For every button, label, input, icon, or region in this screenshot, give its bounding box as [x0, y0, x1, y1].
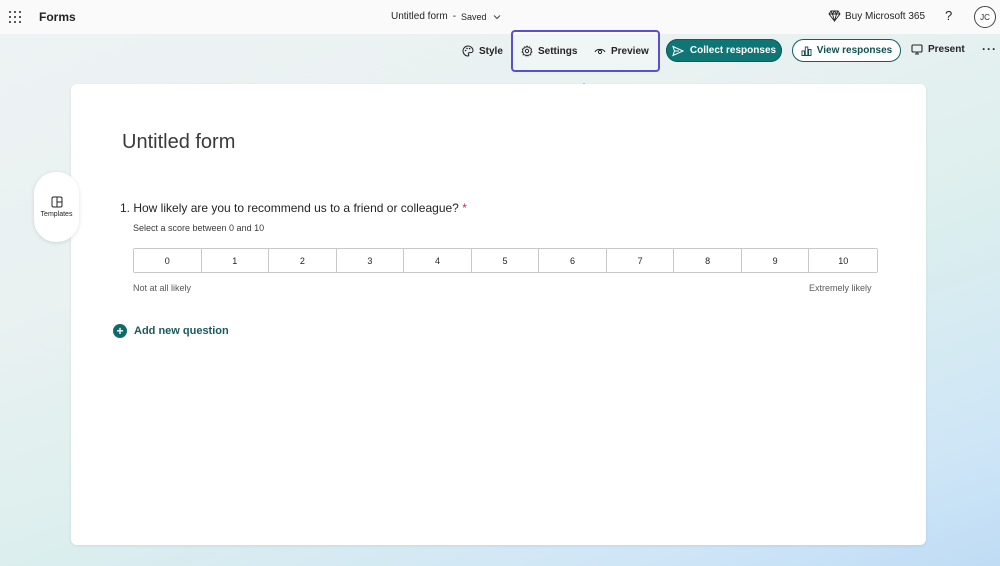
scale-option[interactable]: 5 — [471, 249, 540, 272]
buy-microsoft-365-button[interactable]: Buy Microsoft 365 — [828, 10, 925, 22]
app-name[interactable]: Forms — [39, 10, 76, 24]
send-icon — [672, 45, 684, 56]
present-label: Present — [928, 44, 965, 55]
settings-label: Settings — [538, 45, 578, 57]
view-responses-button[interactable]: View responses — [792, 39, 901, 62]
scale-option[interactable]: 3 — [336, 249, 405, 272]
scale-option[interactable]: 2 — [269, 249, 337, 272]
gear-icon — [521, 45, 533, 57]
templates-icon — [51, 196, 62, 208]
plus-circle-icon: + — [113, 324, 127, 338]
save-status: Saved — [461, 11, 487, 22]
scale-option[interactable]: 0 — [134, 249, 202, 272]
chevron-down-icon[interactable] — [492, 12, 502, 22]
title-separator: - — [452, 11, 457, 22]
preview-label: Preview — [611, 45, 649, 57]
question-subtitle: Select a score between 0 and 10 — [133, 223, 265, 233]
add-new-question-button[interactable]: + Add new question — [113, 324, 229, 338]
scale-option[interactable]: 4 — [404, 249, 472, 272]
top-bar: Forms Untitled form - Saved Buy Microsof… — [0, 0, 1000, 34]
present-button[interactable]: Present — [911, 44, 965, 55]
templates-label: Templates — [40, 211, 73, 218]
document-title-area[interactable]: Untitled form - Saved — [391, 11, 502, 22]
view-responses-label: View responses — [816, 45, 893, 56]
question-title[interactable]: 1. How likely are you to recommend us to… — [120, 201, 467, 215]
collect-responses-label: Collect responses — [689, 45, 777, 56]
document-title: Untitled form — [391, 11, 448, 22]
diamond-icon — [828, 10, 841, 22]
scale-option[interactable]: 1 — [201, 249, 270, 272]
required-marker: * — [462, 201, 467, 215]
nps-scale: 0 1 2 3 4 5 6 7 8 9 10 — [133, 248, 878, 273]
help-icon[interactable]: ? — [945, 8, 952, 23]
collect-responses-button[interactable]: Collect responses — [666, 39, 782, 62]
buy-label: Buy Microsoft 365 — [845, 10, 926, 22]
scale-option[interactable]: 6 — [539, 249, 607, 272]
style-button[interactable]: Style — [462, 36, 503, 66]
scale-option[interactable]: 9 — [741, 249, 810, 272]
templates-button[interactable]: Templates — [34, 172, 79, 242]
style-label: Style — [479, 45, 503, 57]
present-screen-icon — [911, 44, 923, 55]
form-title[interactable]: Untitled form — [122, 131, 235, 154]
add-new-question-label: Add new question — [134, 325, 229, 337]
question-text: 1. How likely are you to recommend us to… — [120, 201, 459, 215]
more-options-icon[interactable]: ··· — [982, 42, 997, 56]
settings-button[interactable]: Settings — [521, 36, 577, 66]
chart-icon — [801, 46, 812, 56]
avatar[interactable]: JC — [974, 6, 996, 28]
scale-high-label: Extremely likely — [809, 283, 872, 293]
palette-icon — [462, 45, 474, 57]
scale-option[interactable]: 10 — [809, 249, 877, 272]
scale-option[interactable]: 8 — [674, 249, 742, 272]
eye-icon — [594, 48, 606, 55]
preview-button[interactable]: Preview — [594, 36, 649, 66]
app-launcher-icon[interactable] — [9, 11, 21, 23]
scale-low-label: Not at all likely — [133, 283, 192, 293]
scale-option[interactable]: 7 — [606, 249, 675, 272]
